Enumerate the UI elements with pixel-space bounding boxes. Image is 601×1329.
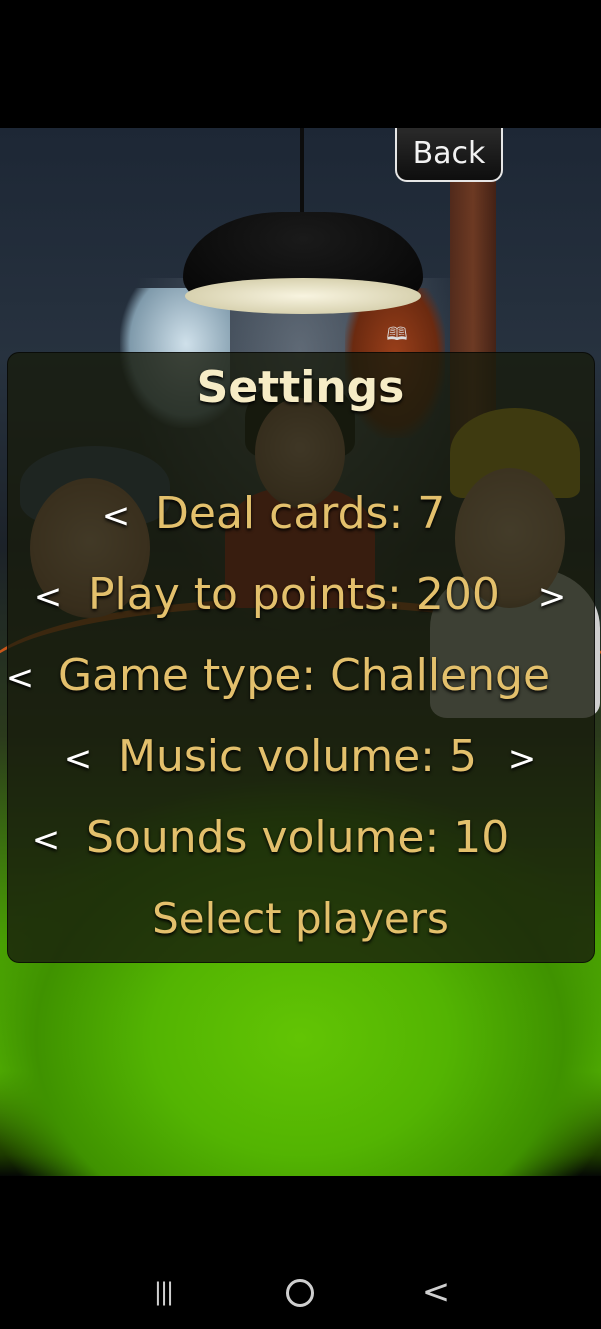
back-button[interactable]: Back — [395, 128, 503, 182]
home-icon[interactable] — [278, 1270, 322, 1314]
lamp-cord — [300, 128, 304, 218]
book-icon: 🕮 — [386, 324, 408, 345]
play-to-points-increase-arrow[interactable]: > — [532, 567, 572, 627]
deal-cards-setting[interactable]: Deal cards: 7 — [155, 484, 445, 544]
sounds-volume-setting[interactable]: Sounds volume: 10 — [86, 808, 509, 868]
game-type-previous-arrow[interactable]: < — [0, 648, 40, 708]
music-volume-increase-arrow[interactable]: > — [502, 729, 542, 789]
music-volume-decrease-arrow[interactable]: < — [58, 729, 98, 789]
play-to-points-setting[interactable]: Play to points: 200 — [88, 565, 500, 625]
lamp-light — [185, 278, 421, 314]
nav-back-icon[interactable]: < — [414, 1270, 458, 1314]
recent-apps-icon[interactable]: ||| — [141, 1270, 185, 1314]
deal-cards-decrease-arrow[interactable]: < — [96, 486, 136, 546]
sounds-volume-decrease-arrow[interactable]: < — [26, 810, 66, 870]
game-type-setting[interactable]: Game type: Challenge — [58, 646, 550, 706]
select-players-button[interactable]: Select players — [0, 888, 601, 950]
settings-title: Settings — [196, 362, 405, 413]
music-volume-setting[interactable]: Music volume: 5 — [118, 727, 477, 787]
play-to-points-decrease-arrow[interactable]: < — [28, 567, 68, 627]
